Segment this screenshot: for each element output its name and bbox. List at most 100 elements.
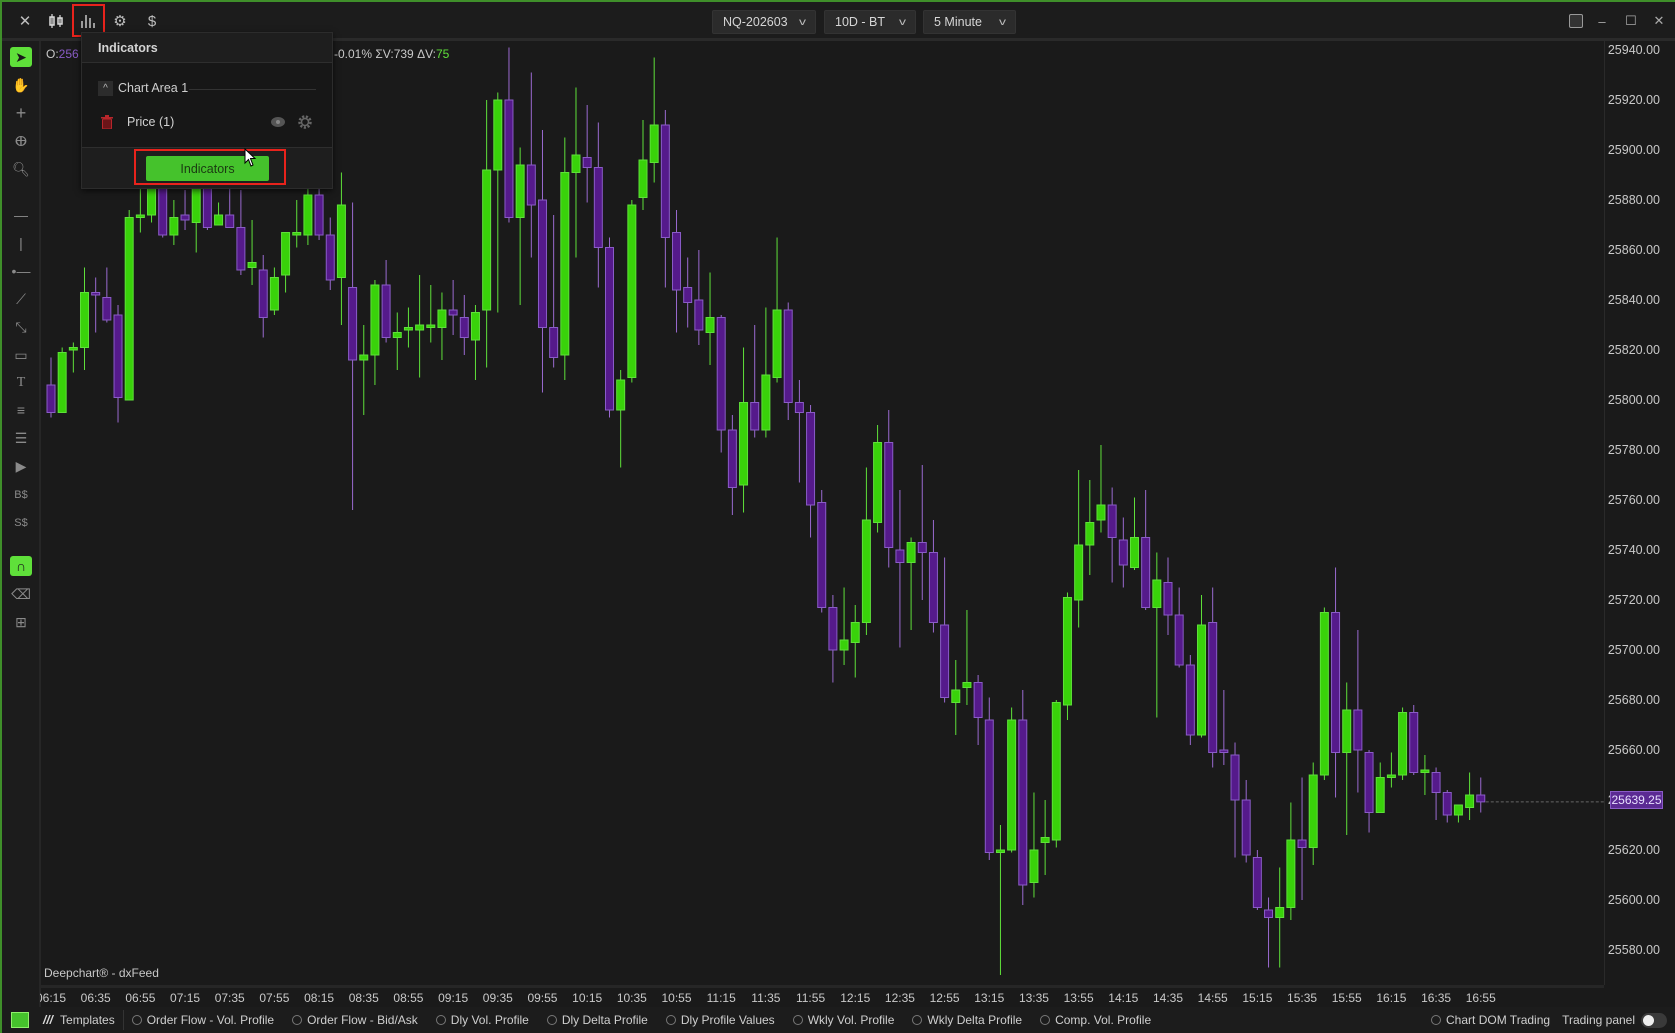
sell-order-icon[interactable]: S$ — [10, 513, 32, 533]
radio-button[interactable] — [792, 1015, 803, 1025]
collapse-chevron-up-icon[interactable]: ^ — [98, 81, 113, 96]
fib-extension-icon[interactable]: ☰ — [10, 428, 32, 448]
candle-up — [616, 379, 626, 411]
template-option-label: Order Flow - Bid/Ask — [307, 1013, 418, 1027]
radio-button[interactable] — [435, 1015, 446, 1025]
candle-up — [1096, 504, 1106, 521]
interval-dropdown[interactable]: 5 Minute v — [923, 10, 1016, 34]
pointer-tool-icon[interactable]: ➤ — [10, 47, 32, 67]
template-option[interactable]: Wkly Delta Profile — [912, 1013, 1022, 1027]
layout-icon[interactable] — [11, 1012, 29, 1028]
radio-button[interactable] — [546, 1015, 557, 1025]
candle-up — [124, 217, 134, 401]
candle-down — [549, 327, 559, 358]
radio-button[interactable] — [665, 1015, 676, 1025]
candle-down — [1252, 857, 1262, 908]
symbol-dropdown[interactable]: NQ-202603 v — [712, 10, 816, 34]
hand-tool-icon[interactable]: ✋ — [10, 75, 32, 95]
radio-button[interactable] — [912, 1015, 923, 1025]
chart-dom-trading-option[interactable]: Chart DOM Trading — [1431, 1013, 1550, 1027]
minimize-icon[interactable]: – — [1592, 12, 1612, 30]
vertical-line-icon[interactable]: | — [10, 233, 32, 253]
volume-profile-icon[interactable]: ▶ — [10, 456, 32, 476]
candle-up — [1029, 849, 1039, 883]
dollar-icon[interactable]: $ — [140, 10, 164, 32]
time-tick-label: 10:35 — [616, 991, 647, 1005]
trend-line-icon[interactable]: ⟋ — [10, 289, 32, 309]
price-tick-label: 25900.00 — [1607, 143, 1660, 157]
trading-panel-toggle[interactable] — [1641, 1012, 1667, 1028]
window-mode-icon[interactable] — [1566, 12, 1586, 30]
drawing-toolbar: ➤ ✋ + ⴲ 🔍︎ — | •— ⟋ ⤡ ▭ T ≡ ☰ ▶ B$ S$ ∩ … — [2, 41, 41, 1007]
candle-up — [1420, 769, 1430, 773]
templates-button[interactable]: /// Templates — [43, 1013, 115, 1027]
crosshair-tool-icon[interactable]: + — [10, 103, 32, 123]
candle-down — [1163, 582, 1173, 616]
candle-down — [1118, 539, 1128, 566]
candle-down — [91, 292, 101, 296]
candle-up — [303, 194, 313, 236]
template-option[interactable]: Dly Delta Profile — [546, 1013, 648, 1027]
template-option[interactable]: Wkly Vol. Profile — [792, 1013, 895, 1027]
range-dropdown[interactable]: 10D - BT v — [824, 10, 916, 34]
channel-icon[interactable]: ⤡ — [10, 317, 32, 337]
candle-up — [962, 682, 972, 688]
candle-up — [292, 232, 302, 236]
template-option[interactable]: Dly Profile Values — [665, 1013, 775, 1027]
close-icon[interactable]: ✕ — [13, 10, 37, 32]
time-axis[interactable]: 06:15 06:35 06:55 07:15 07:35 07:55 08:15 08:35… — [40, 985, 1604, 1008]
candle-down — [794, 402, 804, 413]
candle-down — [817, 502, 827, 608]
template-option[interactable]: Order Flow - Vol. Profile — [131, 1013, 274, 1027]
template-option[interactable]: Dly Vol. Profile — [435, 1013, 529, 1027]
template-option[interactable]: Comp. Vol. Profile — [1040, 1013, 1151, 1027]
magnet-cursor-icon[interactable]: ⴲ — [10, 131, 32, 151]
price-tick-label: 25620.00 — [1607, 843, 1660, 857]
eye-icon[interactable] — [270, 114, 286, 130]
price-tick-label: 25940.00 — [1607, 43, 1660, 57]
candlestick-icon[interactable] — [44, 10, 68, 32]
time-tick-label: 16:35 — [1421, 991, 1452, 1005]
add-indicators-button[interactable]: Indicators — [146, 156, 269, 181]
indicators-icon[interactable] — [76, 10, 100, 32]
gear-icon[interactable] — [297, 114, 313, 130]
indicator-item-price[interactable]: Price (1) — [127, 115, 174, 129]
rectangle-icon[interactable]: ▭ — [10, 345, 32, 365]
time-tick-label: 09:55 — [527, 991, 558, 1005]
candle-down — [605, 247, 614, 411]
radio-button[interactable] — [292, 1015, 303, 1025]
maximize-icon[interactable]: ☐ — [1621, 12, 1641, 30]
radio-button[interactable] — [1431, 1015, 1442, 1025]
chart-dom-trading-label: Chart DOM Trading — [1446, 1013, 1551, 1027]
candle-up — [68, 347, 78, 351]
gear-icon[interactable]: ⚙ — [108, 10, 132, 32]
ray-icon[interactable]: •— — [10, 261, 32, 281]
candle-up — [906, 542, 916, 563]
time-tick-label: 12:15 — [840, 991, 871, 1005]
candle-down — [1185, 664, 1195, 736]
magnet-icon[interactable]: ∩ — [10, 556, 32, 576]
eraser-icon[interactable]: ⌫ — [10, 584, 32, 604]
popup-body — [82, 63, 332, 147]
divider — [122, 1010, 124, 1030]
candle-up — [169, 217, 179, 236]
candle-down — [225, 214, 235, 228]
candle-up — [739, 402, 749, 486]
radio-button[interactable] — [1040, 1015, 1051, 1025]
candle-down — [381, 284, 391, 338]
fibonacci-icon[interactable]: ≡ — [10, 400, 32, 420]
candle-down — [683, 287, 693, 303]
text-tool-icon[interactable]: T — [10, 373, 32, 393]
add-drawing-icon[interactable]: ⊞ — [10, 612, 32, 632]
candle-up — [482, 169, 492, 311]
horizontal-line-icon[interactable]: — — [10, 205, 32, 225]
window-close-icon[interactable]: ✕ — [1649, 12, 1669, 30]
template-option[interactable]: Order Flow - Bid/Ask — [292, 1013, 418, 1027]
template-option-label: Wkly Vol. Profile — [807, 1013, 895, 1027]
candle-down — [895, 549, 905, 563]
trash-icon[interactable] — [101, 115, 113, 130]
buy-order-icon[interactable]: B$ — [10, 485, 32, 505]
info-bar-open: O:256 — [46, 47, 79, 61]
zoom-tool-icon[interactable]: 🔍︎ — [10, 159, 32, 179]
radio-button[interactable] — [131, 1015, 142, 1025]
